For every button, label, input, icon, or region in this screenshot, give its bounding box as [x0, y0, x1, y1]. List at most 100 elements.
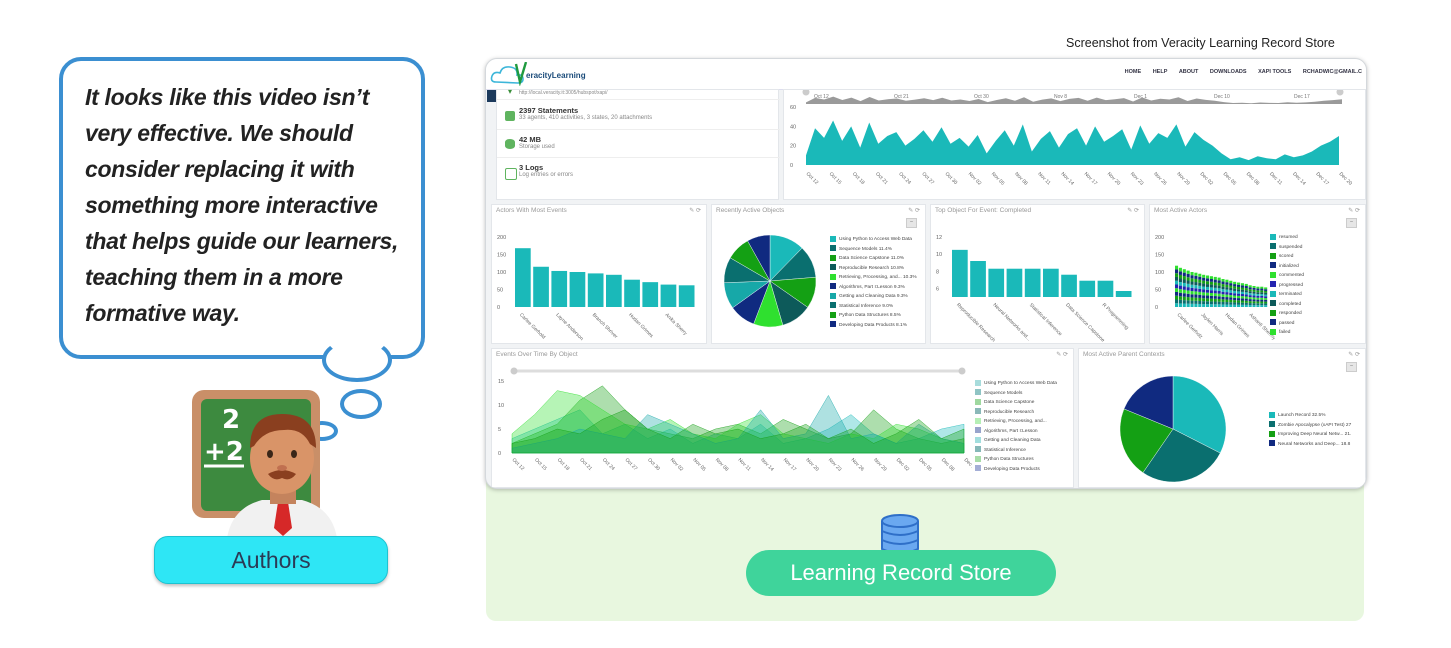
bar	[1024, 268, 1041, 297]
legend-item[interactable]: Algorithms, Part I:Lesson 9.3%	[830, 283, 917, 293]
x-tick-label: Oct 27	[920, 171, 935, 186]
edit-refresh-icons[interactable]: ✎ ⟳	[1127, 207, 1139, 214]
bar	[678, 285, 695, 307]
events-over-time-card: Events Over Time By Object ✎ ⟳ 15 10 5 0 Oct…	[491, 348, 1074, 488]
legend-item[interactable]: Reproducible Research 10.8%	[830, 264, 917, 274]
nav-help-link[interactable]: HELP	[1153, 69, 1168, 75]
legend-item[interactable]: suspended	[1270, 243, 1304, 253]
legend-item[interactable]: Statistical Inference	[975, 446, 1057, 456]
stacked-bar-segment	[1202, 274, 1206, 278]
nav-downloads-link[interactable]: DOWNLOADS	[1210, 69, 1247, 75]
edit-refresh-icons[interactable]: ✎ ⟳	[1056, 351, 1068, 358]
stacked-bar-segment	[1198, 291, 1202, 295]
menu-button[interactable]: –	[1346, 362, 1357, 372]
legend-item[interactable]: initialized	[1270, 262, 1304, 272]
stacked-bar-segment	[1248, 301, 1252, 304]
legend-item[interactable]: Data Science Capstone 11.0%	[830, 254, 917, 264]
legend-swatch	[830, 283, 836, 290]
stacked-bar-segment	[1175, 280, 1179, 285]
legend-item[interactable]: Python Data Structures 8.5%	[830, 311, 917, 321]
legend-item[interactable]: commented	[1270, 271, 1304, 281]
stacked-bar-segment	[1225, 282, 1229, 285]
legend-item[interactable]: Using Python to Access Web Data	[830, 235, 917, 245]
menu-button[interactable]: –	[906, 218, 917, 228]
nav-about-link[interactable]: ABOUT	[1179, 69, 1199, 75]
stacked-bar-segment	[1221, 286, 1225, 290]
legend-item[interactable]: Python Data Structures	[975, 455, 1057, 465]
edit-refresh-icons[interactable]: ✎ ⟳	[908, 207, 920, 214]
legend-item[interactable]: Retrieving, Processing, and...	[975, 417, 1057, 427]
legend-item[interactable]: Getting and Cleaning Data	[975, 436, 1057, 446]
edit-refresh-icons[interactable]: ✎ ⟳	[689, 207, 701, 214]
stacked-bar-segment	[1264, 292, 1268, 295]
legend-item[interactable]: Statistical Inference 9.0%	[830, 302, 917, 312]
legend-swatch	[830, 264, 836, 271]
legend-item[interactable]: completed	[1270, 300, 1304, 310]
edit-refresh-icons[interactable]: ✎ ⟳	[1348, 351, 1360, 358]
stacked-bar-segment	[1221, 284, 1225, 287]
stacked-bar-segment	[1178, 267, 1182, 272]
stacked-bar-segment	[1206, 292, 1210, 296]
legend-item[interactable]: terminated	[1270, 290, 1304, 300]
stacked-bar-segment	[1237, 289, 1241, 292]
stacked-bar-segment	[1256, 292, 1260, 295]
legend-item[interactable]: Getting and Cleaning Data 9.3%	[830, 292, 917, 302]
legend-item[interactable]: passed	[1270, 319, 1304, 329]
stacked-bar-segment	[1186, 300, 1190, 304]
stacked-bar-segment	[1252, 286, 1256, 288]
legend-item[interactable]: Retrieving, Processing, and... 10.3%	[830, 273, 917, 283]
x-tick-label: Nov 20	[1106, 171, 1122, 187]
stacked-bar-segment	[1213, 293, 1217, 297]
stacked-bar-segment	[1182, 289, 1186, 294]
stacked-bar-segment	[1229, 290, 1233, 293]
nav-xapi-tools-link[interactable]: XAPI TOOLS	[1258, 69, 1291, 75]
x-tick-label: Dec 02	[895, 457, 911, 473]
edit-refresh-icons[interactable]: ✎ ⟳	[1348, 207, 1360, 214]
nav-home-link[interactable]: HOME	[1125, 69, 1142, 75]
stacked-bar-segment	[1264, 305, 1268, 307]
legend-item[interactable]: Sequence Models	[975, 389, 1057, 399]
legend-item[interactable]: Developing Data Products	[975, 465, 1057, 475]
legend-item[interactable]: resumed	[1270, 233, 1304, 243]
stacked-bar-segment	[1221, 299, 1225, 302]
x-tick-label: Oct 30	[646, 457, 661, 472]
sidebar-toggle-icon[interactable]	[487, 90, 496, 102]
legend-item[interactable]: scored	[1270, 252, 1304, 262]
legend-item[interactable]: progressed	[1270, 281, 1304, 291]
menu-button[interactable]: –	[1346, 218, 1357, 228]
legend-item[interactable]: Algorithms, Part I:Lesson	[975, 427, 1057, 437]
stacked-bar-segment	[1248, 299, 1252, 302]
legend-item[interactable]: Sequence Models 11.4%	[830, 245, 917, 255]
x-tick-label: Nov 17	[782, 457, 798, 473]
stacked-bar-segment	[1237, 286, 1241, 290]
x-tick-label: Nov 08	[1013, 171, 1029, 187]
legend-item[interactable]: responded	[1270, 309, 1304, 319]
legend-label: failed	[1279, 330, 1291, 335]
legend-item[interactable]: Improving Deep Neural Netw... 21.	[1269, 430, 1351, 440]
legend-item[interactable]: Developing Data Products 8.1%	[830, 321, 917, 331]
stacked-bar-segment	[1240, 300, 1244, 303]
stacked-bar-segment	[1175, 265, 1179, 270]
legend-item[interactable]: Launch Record 32.5%	[1269, 411, 1351, 421]
screenshot-caption: Screenshot from Veracity Learning Record…	[1066, 36, 1335, 50]
legend-item[interactable]: Zombie Apocalypse (xAPI Test) 27	[1269, 421, 1351, 431]
stacked-bar-segment	[1229, 304, 1233, 307]
x-tick-label: Dec 05	[917, 457, 933, 473]
y-tick-label: 150	[1155, 253, 1164, 259]
stat-logs: 3 Logs Log entries or errors	[519, 163, 573, 187]
bar	[1061, 274, 1077, 297]
legend-item[interactable]: failed	[1270, 328, 1304, 338]
stacked-bar-segment	[1198, 285, 1202, 289]
legend-item[interactable]: Data Science Capstone	[975, 398, 1057, 408]
legend-item[interactable]: Using Python to Access Web Data	[975, 379, 1057, 389]
stacked-bar-segment	[1244, 283, 1248, 286]
stacked-bar-segment	[1260, 295, 1264, 298]
legend-item[interactable]: Reproducible Research	[975, 408, 1057, 418]
legend-label: Python Data Structures	[984, 457, 1034, 462]
bar	[569, 272, 586, 307]
stacked-bar-segment	[1233, 290, 1237, 294]
nav-user-link[interactable]: RCHADWIC@GMAIL.C	[1303, 69, 1362, 75]
legend-label: commented	[1279, 273, 1305, 278]
legend-item[interactable]: Neural Networks and Deep... 18.8	[1269, 440, 1351, 450]
x-tick-label: Dec 17	[1314, 171, 1330, 187]
